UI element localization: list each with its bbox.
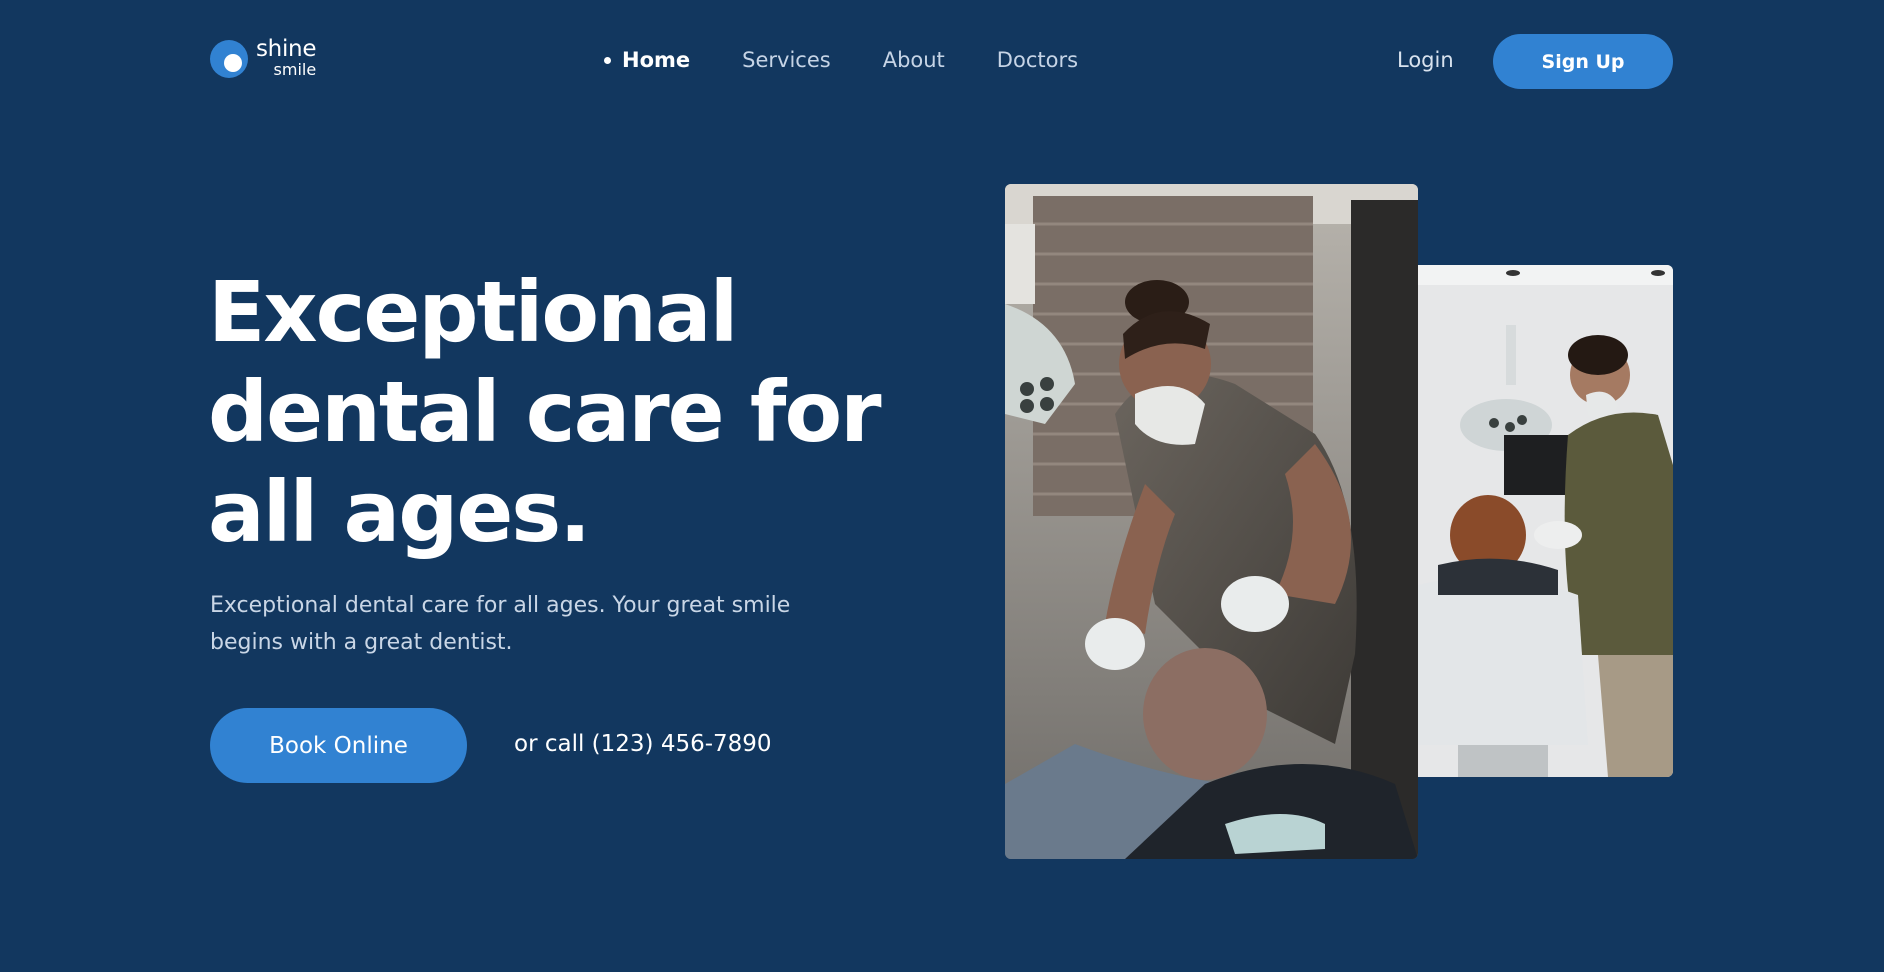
- hero-headline: Exceptional dental care for all ages.: [208, 263, 882, 561]
- book-online-button[interactable]: Book Online: [210, 708, 467, 783]
- nav-item-label: About: [882, 48, 945, 72]
- nav-item-label: Doctors: [996, 48, 1079, 72]
- nav-item-label: Services: [742, 48, 831, 72]
- nav-item-services[interactable]: Services: [742, 48, 831, 72]
- logo-icon: [210, 40, 248, 78]
- side-photo-illustration: [1418, 265, 1673, 777]
- main-photo-illustration: [1005, 184, 1418, 859]
- dentist-treating-patient-photo: [1418, 265, 1673, 777]
- landing-page: shine smile Home Services About Doctors …: [0, 0, 1884, 972]
- nav-item-about[interactable]: About: [883, 48, 945, 72]
- active-dot-icon: [604, 56, 611, 64]
- nav-item-home[interactable]: Home: [604, 48, 690, 72]
- call-phone-text[interactable]: or call (123) 456-7890: [514, 731, 772, 757]
- logo-word-smile: smile: [273, 60, 317, 79]
- nav-item-label: Home: [622, 48, 691, 72]
- hero-subtext: Exceptional dental care for all ages. Yo…: [210, 593, 791, 655]
- nav-item-doctors[interactable]: Doctors: [997, 48, 1078, 72]
- logo-wordmark: shine smile: [256, 38, 316, 78]
- signup-button[interactable]: Sign Up: [1493, 34, 1673, 89]
- main-nav: Home Services About Doctors: [604, 48, 1130, 72]
- brand-logo[interactable]: shine smile: [210, 38, 316, 78]
- logo-word-shine: shine: [256, 36, 317, 62]
- login-link[interactable]: Login: [1397, 48, 1454, 72]
- dentist-with-patient-photo: [1005, 184, 1418, 859]
